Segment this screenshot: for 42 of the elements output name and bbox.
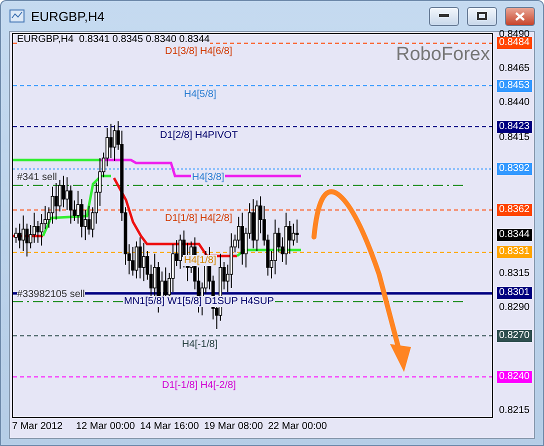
window-title: EURGBP,H4 xyxy=(31,8,106,24)
current-price-tag: 0.8344 xyxy=(497,228,532,241)
level-label: H4[3/8] xyxy=(191,172,226,183)
time-label: 7 Mar 2012 xyxy=(12,421,63,432)
level-label: H4[1/8] xyxy=(183,255,218,266)
maximize-button[interactable] xyxy=(467,6,497,26)
level-label: D1[1/8] H4[2/8] xyxy=(164,213,234,224)
level-label: D1[3/8] H4[6/8] xyxy=(164,46,234,58)
price-tick: 0.8440 xyxy=(499,97,530,110)
time-label: 12 Mar 00:00 xyxy=(76,421,135,432)
maximize-icon xyxy=(477,12,487,20)
close-icon xyxy=(515,12,525,20)
chart-icon xyxy=(9,9,25,23)
time-label: 19 Mar 08:00 xyxy=(204,421,263,432)
price-tick: 0.8215 xyxy=(499,405,530,417)
time-label: 22 Mar 00:00 xyxy=(268,421,327,432)
price-tag: 0.8270 xyxy=(497,330,532,342)
chart-header: EURGBP,H4 0.8341 0.8345 0.8340 0.8344 xyxy=(17,34,210,45)
time-label: 14 Mar 16:00 xyxy=(140,421,199,432)
price-tick: 0.8315 xyxy=(499,268,530,280)
price-tag: 0.8453 xyxy=(497,80,532,92)
broker-logo: RoboForex xyxy=(396,44,490,66)
level-label: MN1[5/8] W1[5/8] D1SUP H4SUP xyxy=(123,296,275,308)
price-tick: 0.8465 xyxy=(499,63,530,76)
level-label: D1[-1/8] H4[-2/8] xyxy=(161,380,237,391)
price-tag: 0.8362 xyxy=(497,204,532,216)
price-tag: 0.8301 xyxy=(497,287,532,300)
close-button[interactable] xyxy=(505,6,535,26)
minimize-icon xyxy=(439,14,449,18)
level-label: D1[2/8] H4PIVOT xyxy=(159,130,239,141)
level-label: H4[-1/8] xyxy=(181,338,219,350)
price-tag: 0.8423 xyxy=(497,120,532,133)
price-tag: 0.8484 xyxy=(497,37,532,50)
price-tick: 0.8415 xyxy=(499,132,530,144)
price-tag: 0.8392 xyxy=(497,162,532,175)
price-tag: 0.8331 xyxy=(497,246,532,258)
order-label: #33982105 sell xyxy=(17,288,85,300)
price-tick: 0.8290 xyxy=(499,302,530,314)
minimize-button[interactable] xyxy=(429,6,459,26)
price-tag: 0.8240 xyxy=(497,370,532,383)
level-label: H4[5/8] xyxy=(183,88,218,100)
order-label: #341 sell xyxy=(17,172,58,184)
